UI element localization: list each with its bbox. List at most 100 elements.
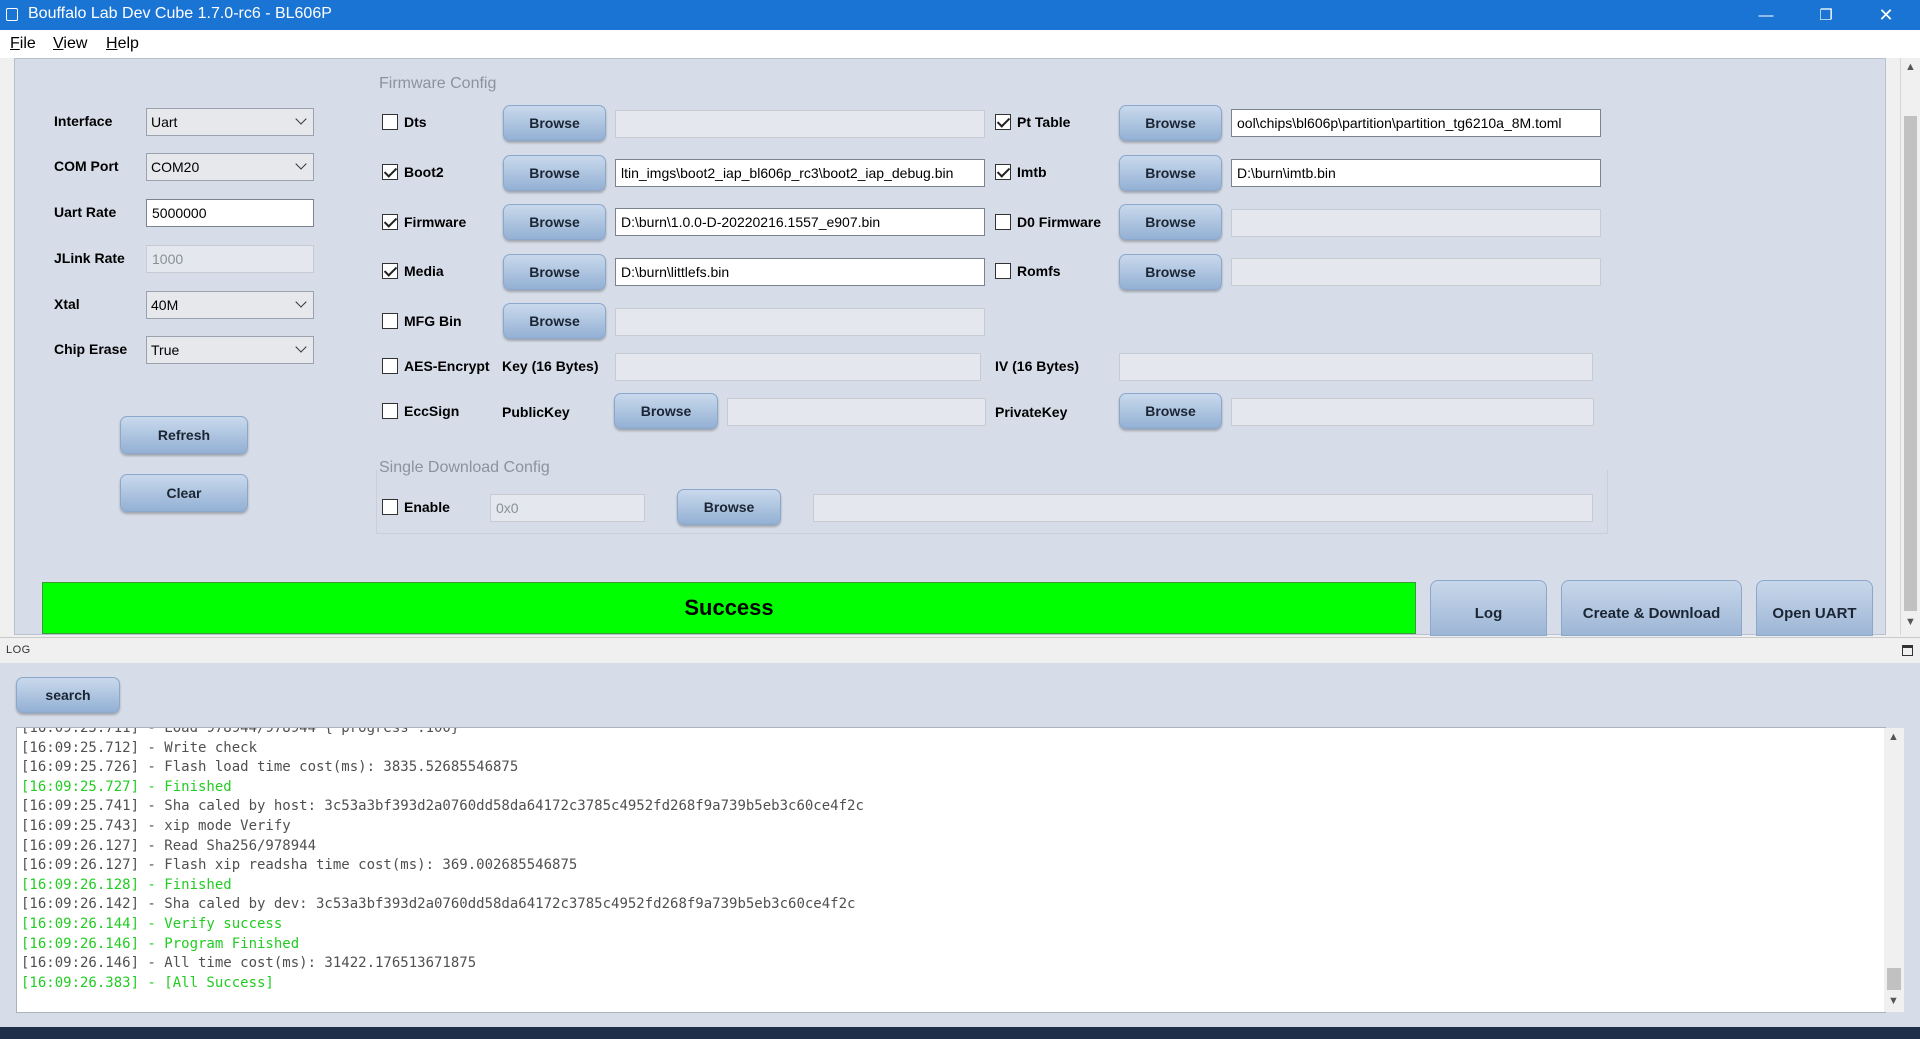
enable-label: Enable	[404, 499, 450, 515]
eccsign-checkbox[interactable]: EccSign	[382, 403, 459, 419]
dts-checkbox-box[interactable]	[382, 114, 398, 130]
log-line: [16:09:25.727] - Finished	[21, 778, 232, 795]
dts-browse-button[interactable]: Browse	[503, 105, 606, 141]
firmware-config-title: Firmware Config	[379, 75, 497, 92]
log-line: [16:09:26.128] - Finished	[21, 876, 232, 893]
minimize-button[interactable]: —	[1736, 0, 1796, 30]
enable-checkbox-box[interactable]	[382, 499, 398, 515]
aes-key-input[interactable]	[615, 353, 981, 381]
dts-label: Dts	[404, 114, 427, 130]
imtb-checkbox-box[interactable]	[995, 164, 1011, 180]
firmware-checkbox-box[interactable]	[382, 214, 398, 230]
clear-button[interactable]: Clear	[120, 474, 248, 512]
log-output[interactable]: [16:09:25.711] - Load 978944/978944 {"pr…	[16, 727, 1886, 1013]
com-port-value: COM20	[151, 159, 200, 175]
media-browse-button[interactable]: Browse	[503, 254, 606, 290]
imtb-path-input[interactable]: D:\burn\imtb.bin	[1231, 159, 1601, 187]
main-scroll-thumb[interactable]	[1904, 116, 1917, 611]
privatekey-label: PrivateKey	[995, 404, 1068, 420]
log-line: [16:09:26.142] - Sha caled by dev: 3c53a…	[21, 896, 856, 913]
romfs-browse-button[interactable]: Browse	[1119, 254, 1222, 290]
menu-view[interactable]: View	[53, 35, 87, 53]
log-scroll-thumb[interactable]	[1887, 968, 1901, 990]
menu-file[interactable]: File	[10, 35, 36, 53]
imtb-checkbox[interactable]: Imtb	[995, 164, 1047, 180]
scroll-up-icon[interactable]: ▲	[1885, 731, 1902, 743]
boot2-browse-button[interactable]: Browse	[503, 155, 606, 191]
menu-help[interactable]: Help	[106, 35, 139, 53]
pt-table-checkbox[interactable]: Pt Table	[995, 114, 1070, 130]
eccsign-label: EccSign	[404, 403, 460, 419]
main-scrollbar[interactable]: ▲ ▼	[1900, 58, 1920, 635]
mfg-bin-browse-button[interactable]: Browse	[503, 303, 606, 339]
firmware-label: Firmware	[404, 214, 467, 230]
pt-table-browse-button[interactable]: Browse	[1119, 105, 1222, 141]
restore-button[interactable]: ❐	[1796, 0, 1856, 30]
undock-icon[interactable]	[1902, 645, 1913, 656]
media-checkbox[interactable]: Media	[382, 263, 444, 279]
privatekey-browse-button[interactable]: Browse	[1119, 393, 1222, 429]
chevron-down-icon	[295, 341, 307, 353]
scroll-up-icon[interactable]: ▲	[1902, 61, 1919, 73]
mfg-bin-checkbox-box[interactable]	[382, 313, 398, 329]
d0-firmware-path-input[interactable]	[1231, 209, 1601, 237]
media-checkbox-box[interactable]	[382, 263, 398, 279]
imtb-browse-button[interactable]: Browse	[1119, 155, 1222, 191]
single-download-address-input[interactable]: 0x0	[490, 494, 645, 522]
single-download-enable-checkbox[interactable]: Enable	[382, 499, 450, 515]
com-port-label: COM Port	[54, 158, 119, 174]
log-line: [16:09:25.743] - xip mode Verify	[21, 818, 291, 834]
romfs-checkbox-box[interactable]	[995, 263, 1011, 279]
firmware-path-input[interactable]: D:\burn\1.0.0-D-20220216.1557_e907.bin	[615, 208, 985, 236]
boot2-checkbox-box[interactable]	[382, 164, 398, 180]
pt-table-checkbox-box[interactable]	[995, 114, 1011, 130]
open-uart-button[interactable]: Open UART	[1756, 580, 1873, 636]
log-button[interactable]: Log	[1430, 580, 1547, 636]
interface-label: Interface	[54, 113, 113, 129]
pt-table-path-input[interactable]: ool\chips\bl606p\partition\partition_tg6…	[1231, 109, 1601, 137]
uart-rate-label: Uart Rate	[54, 204, 117, 220]
d0-firmware-checkbox-box[interactable]	[995, 214, 1011, 230]
jlink-rate-input[interactable]: 1000	[146, 245, 314, 273]
close-button[interactable]: ✕	[1856, 0, 1916, 30]
interface-select[interactable]: Uart	[146, 108, 314, 136]
boot2-path-input[interactable]: ltin_imgs\boot2_iap_bl606p_rc3\boot2_iap…	[615, 159, 985, 187]
aes-encrypt-checkbox-box[interactable]	[382, 358, 398, 374]
single-download-path-input[interactable]	[813, 494, 1593, 522]
search-button[interactable]: search	[16, 677, 120, 713]
privatekey-path-input[interactable]	[1231, 398, 1594, 426]
xtal-select[interactable]: 40M	[146, 291, 314, 319]
media-path-input[interactable]: D:\burn\littlefs.bin	[615, 258, 985, 286]
firmware-checkbox[interactable]: Firmware	[382, 214, 466, 230]
firmware-browse-button[interactable]: Browse	[503, 204, 606, 240]
publickey-path-input[interactable]	[727, 398, 986, 426]
d0-firmware-checkbox[interactable]: D0 Firmware	[995, 214, 1101, 230]
single-download-browse-button[interactable]: Browse	[677, 489, 781, 525]
aes-encrypt-checkbox[interactable]: AES-Encrypt	[382, 358, 490, 374]
boot2-checkbox[interactable]: Boot2	[382, 164, 444, 180]
romfs-path-input[interactable]	[1231, 258, 1601, 286]
scroll-down-icon[interactable]: ▼	[1885, 995, 1902, 1007]
log-line: [16:09:26.127] - Read Sha256/978944	[21, 837, 317, 854]
dts-path-input[interactable]	[615, 110, 985, 138]
uart-rate-input[interactable]: 5000000	[146, 199, 314, 227]
aes-iv-input[interactable]	[1119, 353, 1593, 381]
mfg-bin-label: MFG Bin	[404, 313, 462, 329]
eccsign-checkbox-box[interactable]	[382, 403, 398, 419]
chip-erase-select[interactable]: True	[146, 336, 314, 364]
romfs-checkbox[interactable]: Romfs	[995, 263, 1061, 279]
mfg-bin-checkbox[interactable]: MFG Bin	[382, 313, 462, 329]
d0-firmware-browse-button[interactable]: Browse	[1119, 204, 1222, 240]
menu-bar: File View Help	[0, 30, 1920, 58]
log-dock-title: LOG	[6, 644, 31, 656]
mfg-bin-path-input[interactable]	[615, 308, 985, 336]
dts-checkbox[interactable]: Dts	[382, 114, 427, 130]
log-scrollbar[interactable]: ▲ ▼	[1884, 728, 1904, 1012]
log-line: [16:09:25.711] - Load 978944/978944 {"pr…	[21, 727, 460, 736]
create-download-button[interactable]: Create & Download	[1561, 580, 1742, 636]
refresh-button[interactable]: Refresh	[120, 416, 248, 454]
scroll-down-icon[interactable]: ▼	[1902, 616, 1919, 628]
publickey-browse-button[interactable]: Browse	[614, 393, 718, 429]
chevron-down-icon	[295, 296, 307, 308]
com-port-select[interactable]: COM20	[146, 153, 314, 181]
